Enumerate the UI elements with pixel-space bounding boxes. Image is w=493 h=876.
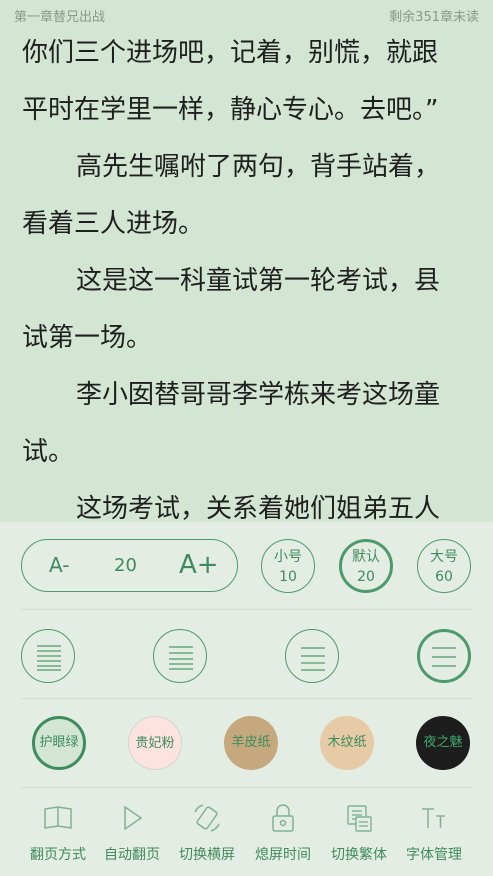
preset-default-button[interactable]: 默认 20 — [339, 539, 393, 593]
text-line: 这是这一科童试第一轮考试，县 — [76, 266, 441, 296]
theme-eye-green[interactable]: 护眼绿 — [32, 716, 86, 770]
preset-size: 10 — [279, 569, 297, 585]
preset-name: 大号 — [430, 549, 458, 565]
theme-night[interactable]: 夜之魅 — [416, 716, 470, 770]
font-size-value: 20 — [114, 555, 137, 576]
play-icon — [124, 805, 143, 831]
preset-size: 20 — [357, 569, 375, 585]
rotate-screen-icon — [194, 804, 220, 832]
divider — [20, 609, 473, 610]
reading-content[interactable]: 你们三个进场吧，记着，别慌，就跟 平时在学里一样，静心专心。去吧。” 高先生嘱咐… — [0, 26, 493, 522]
bottom-label: 自动翻页 — [104, 847, 160, 863]
text-line: 高先生嘱咐了两句，背手站着， — [76, 152, 441, 182]
traditional-chinese-icon — [347, 805, 372, 832]
theme-parchment[interactable]: 羊皮纸 — [224, 716, 278, 770]
dense-lines-icon — [37, 645, 61, 671]
spacing-dense-button[interactable] — [21, 629, 75, 683]
decrease-font-button[interactable]: A- — [49, 540, 69, 591]
theme-pink[interactable]: 贵妃粉 — [128, 716, 182, 770]
book-icon — [44, 806, 72, 829]
bottom-label: 翻页方式 — [30, 847, 86, 863]
settings-panel: A- 20 A+ 小号 10 默认 20 大号 60 护眼绿 贵妃粉 羊皮纸 木… — [0, 522, 493, 876]
loose-lines-icon — [432, 647, 456, 667]
text-line: 你们三个进场吧，记着，别慌，就跟 — [22, 38, 439, 68]
text-line: 平时在学里一样，静心专心。去吧。” — [22, 95, 439, 125]
preset-large-button[interactable]: 大号 60 — [417, 539, 471, 593]
text-line: 试第一场。 — [22, 323, 153, 353]
chapter-title: 第一章替兄出战 — [14, 10, 106, 25]
bottom-label: 熄屏时间 — [255, 847, 311, 863]
bottom-label: 字体管理 — [406, 847, 462, 863]
font-size-control: A- 20 A+ — [21, 539, 238, 592]
text-line: 李小囡替哥哥李学栋来考这场童 — [76, 380, 441, 410]
divider — [20, 787, 473, 788]
spacing-compact-button[interactable] — [153, 629, 207, 683]
increase-font-button[interactable]: A+ — [179, 540, 219, 591]
spacing-normal-button[interactable] — [285, 629, 339, 683]
lock-icon — [272, 804, 294, 832]
text-line: 试。 — [22, 437, 75, 467]
text-line: 这场考试，关系着她们姐弟五人 — [76, 494, 441, 522]
preset-small-button[interactable]: 小号 10 — [261, 539, 315, 593]
theme-wood[interactable]: 木纹纸 — [320, 716, 374, 770]
preset-size: 60 — [435, 569, 453, 585]
bottom-label: 切换横屏 — [179, 847, 235, 863]
spacing-loose-button[interactable] — [417, 629, 471, 683]
bottom-label: 切换繁体 — [331, 847, 387, 863]
compact-lines-icon — [169, 646, 193, 670]
preset-name: 小号 — [274, 549, 302, 565]
divider — [20, 698, 473, 699]
reader-header: 第一章替兄出战 剩余351章未读 — [14, 6, 479, 26]
normal-lines-icon — [301, 647, 325, 671]
remaining-chapters: 剩余351章未读 — [389, 10, 479, 25]
font-icon — [422, 808, 445, 828]
preset-name: 默认 — [352, 549, 380, 565]
text-line: 看着三人进场。 — [22, 209, 205, 239]
